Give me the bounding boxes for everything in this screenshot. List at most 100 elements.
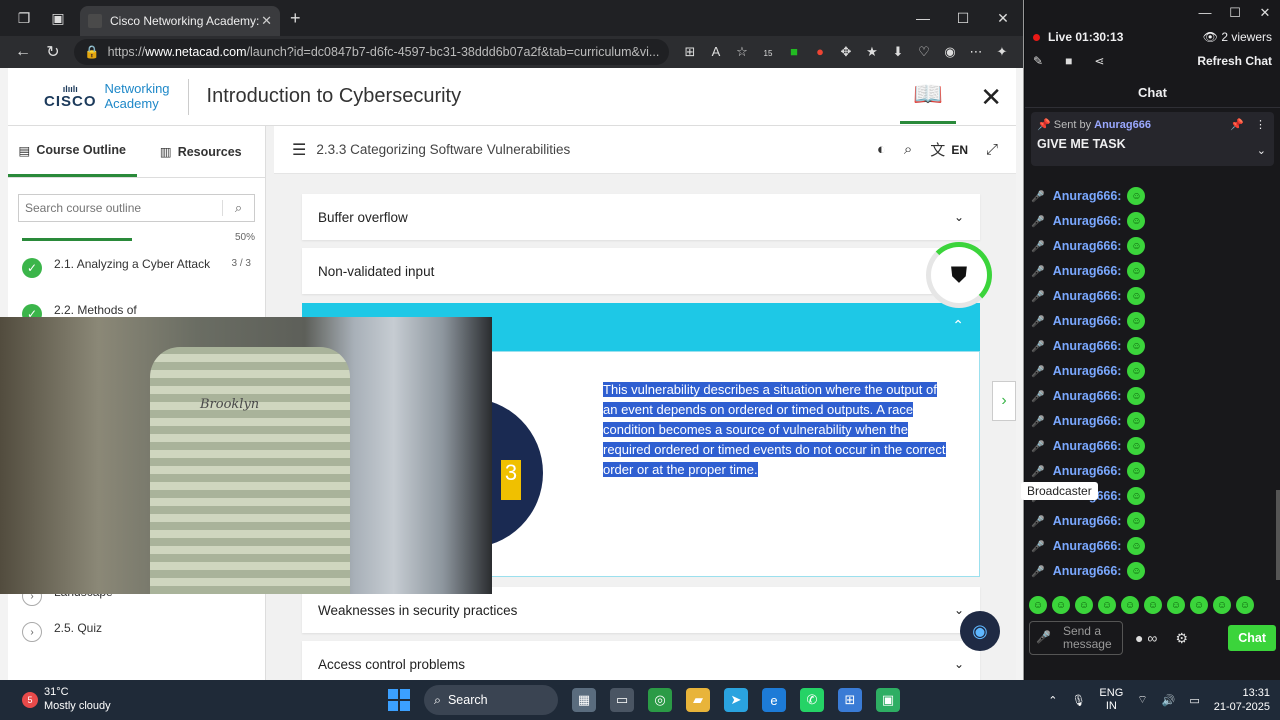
chevron-down-icon[interactable]: ⌄	[1257, 144, 1266, 157]
chat-username[interactable]: Anurag666:	[1053, 314, 1122, 328]
input-language[interactable]: ENG IN	[1099, 687, 1123, 713]
chat-scrollbar[interactable]	[1276, 490, 1280, 580]
send-message-input[interactable]: 🎤 Send a message	[1029, 621, 1123, 655]
tab-resources[interactable]: ▥ Resources	[137, 126, 266, 177]
emote-icon[interactable]: ☺	[1121, 596, 1139, 614]
copilot-icon[interactable]: ✦	[989, 44, 1015, 60]
battery-icon[interactable]: ▭	[1189, 694, 1199, 707]
accordion-access-control[interactable]: Access control problems ⌄	[302, 641, 980, 680]
chat-username[interactable]: Anurag666:	[1053, 414, 1122, 428]
tab-netacad[interactable]: Cisco Networking Academy: Intro ✕	[80, 6, 280, 36]
module-2-1[interactable]: ✓ 2.1. Analyzing a Cyber Attack 3 / 3	[22, 257, 251, 278]
chat-username[interactable]: Anurag666:	[1053, 289, 1122, 303]
dark-mode-icon[interactable]: ◐	[877, 141, 886, 158]
emote-icon[interactable]: ☺	[1190, 596, 1208, 614]
volume-icon[interactable]: 🔊	[1162, 694, 1176, 707]
chat-username[interactable]: Anurag666:	[1053, 539, 1122, 553]
wifi-icon[interactable]: ⌔	[1137, 693, 1147, 707]
chat-send-button[interactable]: Chat	[1228, 625, 1276, 651]
emote-icon[interactable]: ☺	[1144, 596, 1162, 614]
stream-app-icon[interactable]: ▣	[876, 688, 900, 712]
task-view-icon[interactable]: ▭	[610, 688, 634, 712]
chat-username[interactable]: Anurag666:	[1053, 264, 1122, 278]
edge-icon[interactable]: e	[762, 688, 786, 712]
taskbar-search[interactable]: ⌕ Search	[424, 685, 558, 715]
tab-actions-icon[interactable]: ▣	[48, 8, 68, 28]
downloads-icon[interactable]: ⬇	[885, 44, 911, 60]
ext-red-icon[interactable]: ●	[807, 44, 833, 60]
lock-icon[interactable]: 🔒	[84, 45, 100, 60]
pin-icon[interactable]: 📌	[1230, 118, 1244, 131]
ext-green-icon[interactable]: ■	[781, 44, 807, 60]
chat-username[interactable]: Anurag666:	[1053, 464, 1122, 478]
gear-icon[interactable]: ⚙	[1175, 630, 1188, 647]
emote-icon[interactable]: ☺	[1029, 596, 1047, 614]
next-page-arrow[interactable]: ›	[992, 381, 1016, 421]
outline-search-input[interactable]	[19, 201, 222, 215]
clock[interactable]: 13:31 21-07-2025	[1214, 686, 1270, 715]
cisco-logo[interactable]: ılıılı CISCO Networking Academy	[44, 81, 170, 111]
emote-icon[interactable]: ☺	[1052, 596, 1070, 614]
weather-widget[interactable]: 5 31°C Mostly cloudy	[22, 686, 111, 714]
accordion-non-validated-input[interactable]: Non-validated input	[302, 248, 980, 294]
maximize-icon[interactable]: ☐	[943, 0, 983, 36]
chat-username[interactable]: Anurag666:	[1053, 564, 1122, 578]
more-options-icon[interactable]: ⋮	[1255, 118, 1266, 131]
close-window-icon[interactable]: ✕	[983, 0, 1023, 36]
share-icon[interactable]: ⋖	[1094, 54, 1104, 68]
file-explorer-icon[interactable]: ▰	[686, 688, 710, 712]
workspaces-icon[interactable]: ❐	[14, 8, 34, 28]
whatsapp-icon[interactable]: ✆	[800, 688, 824, 712]
fullscreen-icon[interactable]: ⤢	[986, 141, 998, 158]
chat-username[interactable]: Anurag666:	[1053, 514, 1122, 528]
mic-tray-icon[interactable]: 🎙	[1071, 694, 1085, 707]
chat-username[interactable]: Anurag666:	[1053, 439, 1122, 453]
start-icon[interactable]	[388, 689, 410, 711]
favorite-icon[interactable]: ☆	[729, 44, 755, 60]
close-course-icon[interactable]: ✕	[980, 82, 1002, 113]
module-2-5[interactable]: › 2.5. Quiz	[22, 621, 251, 642]
new-tab-icon[interactable]: +	[290, 8, 301, 29]
maximize-icon[interactable]: ☐	[1220, 0, 1250, 26]
extensions-icon[interactable]: ✥	[833, 44, 859, 60]
refresh-icon[interactable]: ↻	[38, 42, 68, 62]
widgets-icon[interactable]: ▦	[572, 688, 596, 712]
favorites-bar-icon[interactable]: ★	[859, 44, 885, 60]
accordion-buffer-overflow[interactable]: Buffer overflow ⌄	[302, 194, 980, 240]
chat-username[interactable]: Anurag666:	[1053, 389, 1122, 403]
split-view-icon[interactable]: ⊞	[677, 44, 703, 60]
refresh-chat-button[interactable]: Refresh Chat	[1197, 54, 1272, 68]
minimize-icon[interactable]: —	[903, 0, 943, 36]
search-icon[interactable]: ⌕	[904, 141, 912, 158]
read-aloud-icon[interactable]: A	[703, 44, 729, 60]
emote-icon[interactable]: ☺	[1236, 596, 1254, 614]
ext-badge-icon[interactable]: 15	[755, 44, 781, 60]
emote-icon[interactable]: ☺	[1213, 596, 1231, 614]
edit-icon[interactable]: ✎	[1033, 54, 1043, 68]
health-icon[interactable]: ♡	[911, 44, 937, 60]
chat-username[interactable]: Anurag666:	[1053, 189, 1122, 203]
book-icon[interactable]: 📖	[900, 68, 956, 124]
emote-icon[interactable]: ☺	[1075, 596, 1093, 614]
close-window-icon[interactable]: ✕	[1250, 0, 1280, 26]
chat-username[interactable]: Anurag666:	[1053, 239, 1122, 253]
emote-icon[interactable]: ☺	[1167, 596, 1185, 614]
more-icon[interactable]: ⋯	[963, 44, 989, 60]
chat-username[interactable]: Anurag666:	[1053, 214, 1122, 228]
assistant-bot-icon[interactable]: ◉	[960, 611, 1000, 651]
language-label[interactable]: EN	[951, 143, 968, 157]
search-icon[interactable]: ⌕	[222, 200, 254, 216]
chat-username[interactable]: Anurag666:	[1053, 339, 1122, 353]
translate-icon[interactable]: 文	[930, 139, 945, 160]
minimize-icon[interactable]: —	[1190, 0, 1220, 26]
emote-picker-icon[interactable]: ● ∞	[1135, 630, 1157, 646]
chat-username[interactable]: Anurag666:	[1053, 364, 1122, 378]
close-tab-icon[interactable]: ✕	[261, 13, 272, 29]
emote-icon[interactable]: ☺	[1098, 596, 1116, 614]
back-icon[interactable]: ←	[8, 43, 38, 61]
url-field[interactable]: 🔒 https://www.netacad.com/launch?id=dc08…	[74, 39, 669, 65]
tab-course-outline[interactable]: ▤ Course Outline	[8, 126, 137, 177]
collapse-menu-icon[interactable]: ☰	[292, 140, 306, 160]
telegram-icon[interactable]: ➤	[724, 688, 748, 712]
camera-icon[interactable]: ■	[1065, 54, 1072, 68]
